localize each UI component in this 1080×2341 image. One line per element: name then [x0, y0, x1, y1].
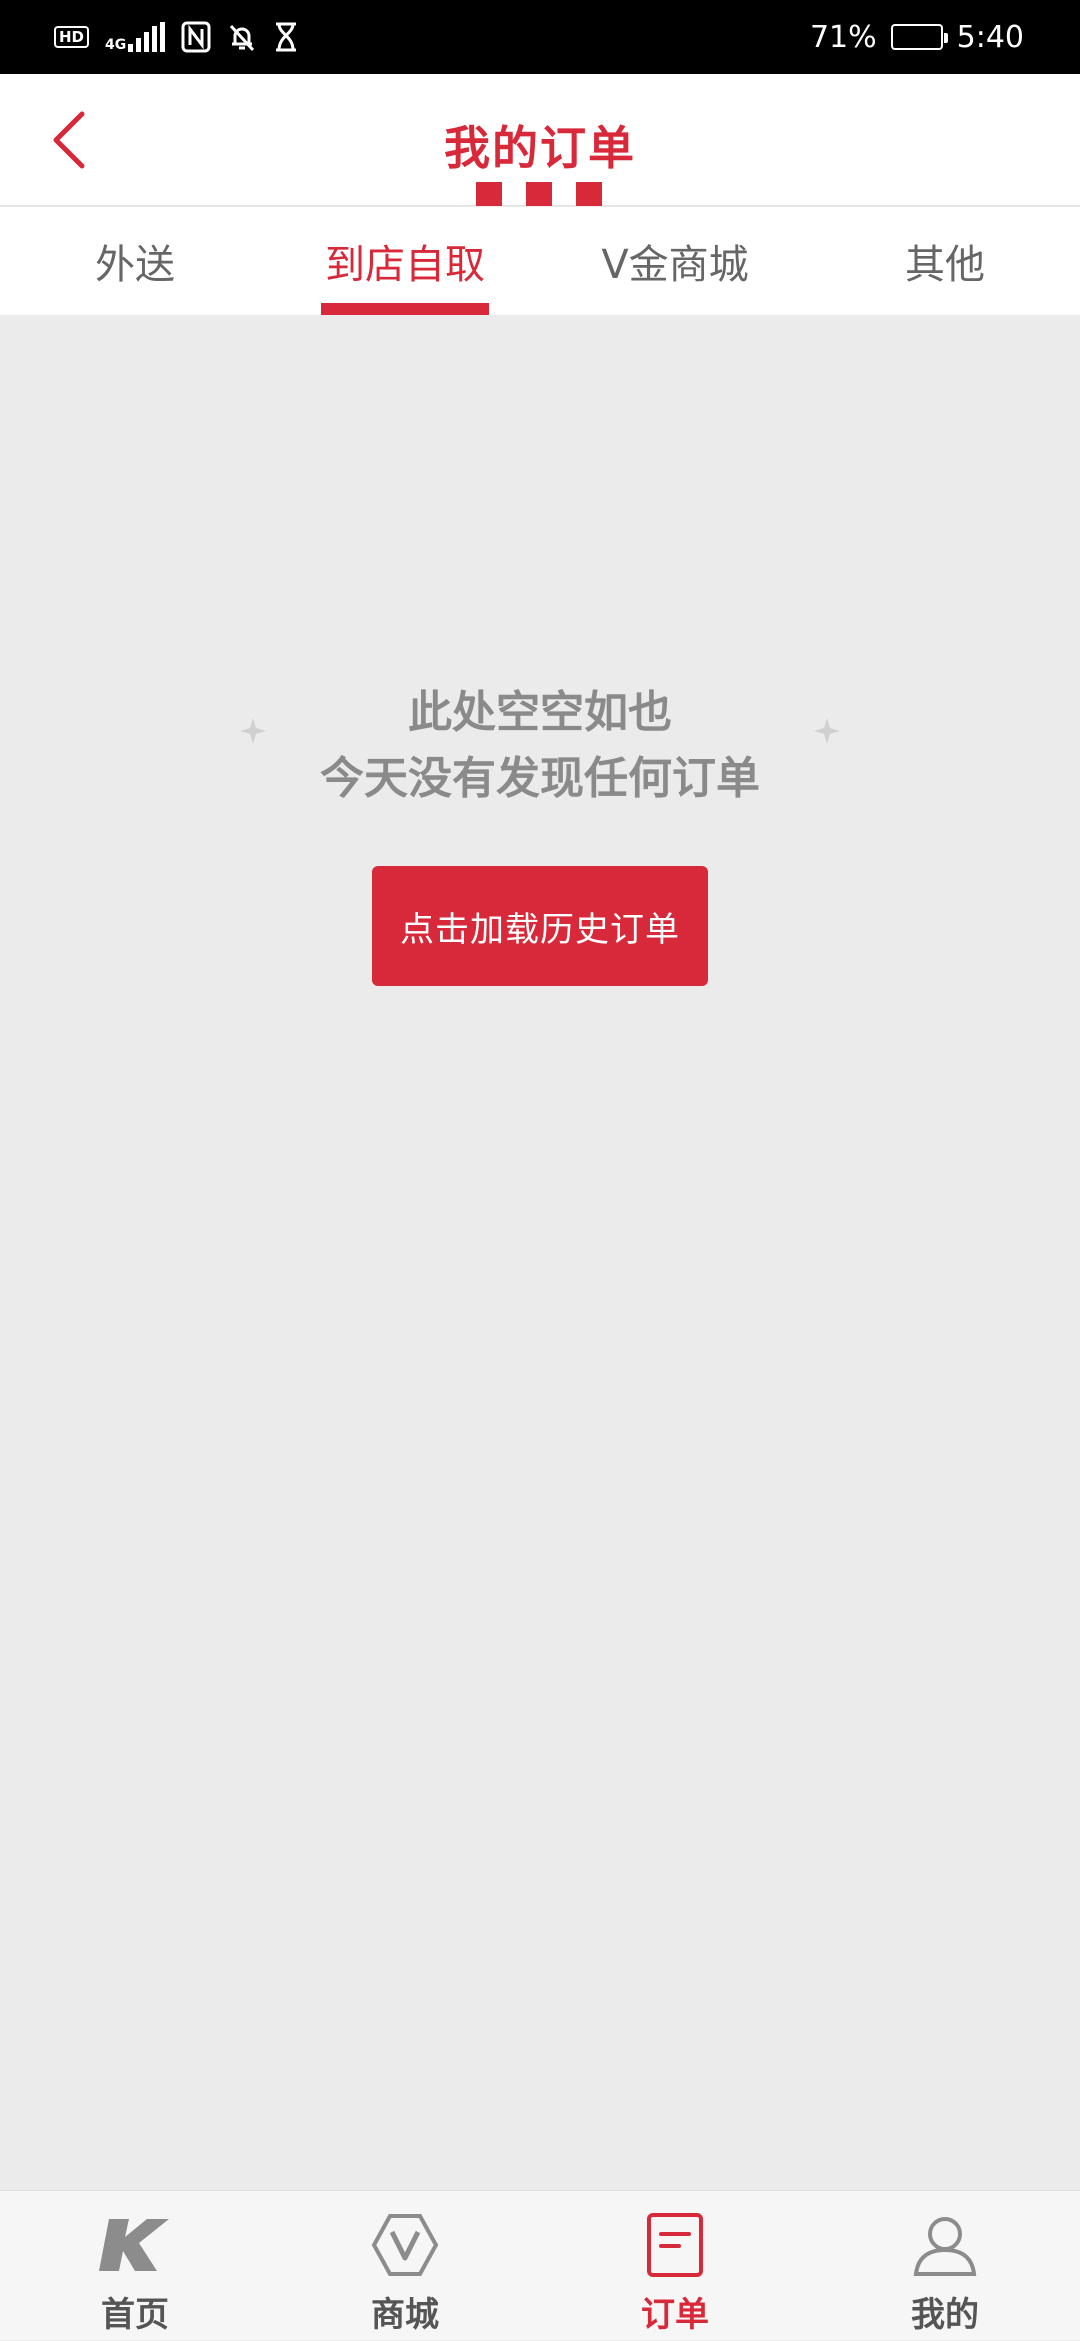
load-history-orders-button[interactable]: 点击加载历史订单 — [372, 866, 708, 986]
sparkle-icon — [240, 718, 266, 744]
nfc-icon — [181, 21, 211, 53]
kfc-k-logo-icon — [95, 2211, 175, 2279]
tab-v-mall[interactable]: V金商城 — [540, 207, 810, 315]
nav-profile[interactable]: 我的 — [810, 2191, 1080, 2341]
tab-delivery[interactable]: 外送 — [0, 207, 270, 315]
title-decoration — [476, 182, 602, 206]
nav-mall[interactable]: 商城 — [270, 2191, 540, 2341]
status-right: 71% 5:40 — [810, 20, 1024, 55]
empty-message-line2: 今天没有发现任何订单 — [320, 753, 760, 804]
tab-pickup[interactable]: 到店自取 — [270, 207, 540, 315]
nav-orders[interactable]: 订单 — [540, 2191, 810, 2341]
page-title: 我的订单 — [444, 121, 636, 175]
order-document-icon — [635, 2211, 715, 2279]
empty-state: 此处空空如也 今天没有发现任何订单 — [0, 680, 1080, 812]
clock: 5:40 — [956, 19, 1024, 55]
hourglass-icon — [276, 22, 297, 52]
nav-home[interactable]: 首页 — [0, 2191, 270, 2341]
bottom-nav: 首页 商城 订单 我的 — [0, 2190, 1080, 2340]
v-hexagon-icon — [365, 2211, 445, 2279]
header: 我的订单 — [0, 74, 1080, 206]
profile-person-icon — [905, 2211, 985, 2279]
empty-message-line1: 此处空空如也 — [408, 687, 672, 738]
bell-muted-icon — [230, 24, 255, 52]
sparkle-icon — [814, 718, 840, 744]
signal-icon — [128, 22, 166, 52]
battery-icon — [890, 24, 948, 50]
signal-group: 4G — [105, 22, 166, 53]
order-tabs: 外送 到店自取 V金商城 其他 — [0, 207, 1080, 315]
status-bar: HD 4G 71% 5:40 — [0, 0, 1080, 74]
status-left: HD 4G — [54, 21, 299, 53]
tab-other[interactable]: 其他 — [810, 207, 1080, 315]
network-type: 4G — [105, 37, 127, 53]
active-tab-indicator — [321, 303, 489, 315]
battery-percent: 71% — [809, 19, 877, 55]
hd-icon: HD — [54, 26, 90, 48]
